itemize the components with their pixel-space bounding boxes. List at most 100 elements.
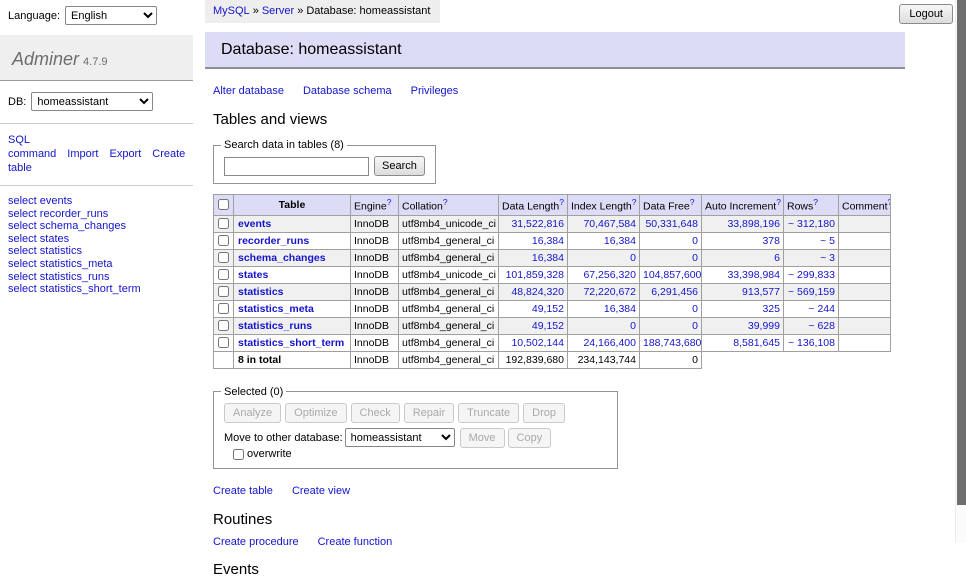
table-name-link[interactable]: statistics_runs [238,320,312,332]
help-link[interactable]: ? [888,197,891,207]
row-checkbox[interactable] [218,303,229,314]
breadcrumb-link-server[interactable]: Server [262,5,294,17]
truncate-button[interactable]: Truncate [458,403,519,423]
data-length-link[interactable]: 101,859,328 [506,269,564,281]
language-select[interactable]: English [65,6,157,25]
select-all-checkbox[interactable] [218,199,229,210]
check-button[interactable]: Check [351,403,400,423]
auto-increment-link[interactable]: 8,581,645 [733,337,780,349]
index-length-link[interactable]: 0 [630,320,636,332]
auto-increment-link[interactable]: 913,577 [742,286,780,298]
auto-increment-link[interactable]: 325 [762,303,780,315]
row-checkbox[interactable] [218,337,229,348]
overwrite-checkbox[interactable] [233,449,244,460]
sidebar-item-select-statistics-meta[interactable]: select statistics_meta [8,258,185,271]
help-link[interactable]: ? [387,197,392,207]
export-link[interactable]: Export [109,148,141,160]
data-free-link[interactable]: 6,291,456 [651,286,698,298]
sidebar-item-select-states[interactable]: select states [8,233,185,246]
sidebar-item-select-statistics[interactable]: select statistics [8,245,185,258]
move-db-select[interactable]: homeassistant [345,428,455,447]
search-input[interactable] [224,157,369,176]
db-link-database-schema[interactable]: Database schema [303,85,392,97]
index-length-link[interactable]: 16,384 [604,303,636,315]
auto-increment-link[interactable]: 6 [774,252,780,264]
help-link[interactable]: ? [443,197,448,207]
index-length-link[interactable]: 16,384 [604,235,636,247]
row-checkbox[interactable] [218,235,229,246]
data-free-link[interactable]: 0 [692,252,698,264]
rows-count-link[interactable]: ~ 244 [808,303,835,315]
sidebar-item-select-events[interactable]: select events [8,195,185,208]
analyze-button[interactable]: Analyze [224,403,281,423]
rows-count-link[interactable]: ~ 3 [820,252,835,264]
index-length-link[interactable]: 0 [630,252,636,264]
sidebar-item-select-statistics-runs[interactable]: select statistics_runs [8,271,185,284]
table-name-link[interactable]: events [238,218,271,230]
db-link-privileges[interactable]: Privileges [411,85,459,97]
sidebar-item-select-recorder-runs[interactable]: select recorder_runs [8,208,185,221]
drop-button[interactable]: Drop [523,403,565,423]
help-link[interactable]: ? [776,197,781,207]
db-select[interactable]: homeassistant [31,92,153,111]
data-length-link[interactable]: 49,152 [532,303,564,315]
copy-button[interactable]: Copy [508,428,552,448]
data-free-link[interactable]: 0 [692,303,698,315]
optimize-button[interactable]: Optimize [285,403,346,423]
sidebar-item-select-schema-changes[interactable]: select schema_changes [8,220,185,233]
index-length-link[interactable]: 24,166,400 [583,337,636,349]
scrollbar-thumb[interactable] [957,0,966,505]
help-link[interactable]: ? [690,197,695,207]
auto-increment-link[interactable]: 33,898,196 [727,218,780,230]
sql-command-link[interactable]: SQL command [8,134,56,160]
data-free-link[interactable]: 104,857,600 [643,269,701,281]
rows-count-link[interactable]: ~ 299,833 [788,269,835,281]
data-free-link[interactable]: 0 [692,235,698,247]
help-link[interactable]: ? [632,197,637,207]
repair-button[interactable]: Repair [404,403,454,423]
data-free-link[interactable]: 188,743,680 [643,337,701,349]
rows-count-link[interactable]: ~ 569,159 [788,286,835,298]
logout-button[interactable]: Logout [899,4,953,24]
auto-increment-link[interactable]: 39,999 [748,320,780,332]
link-create-function[interactable]: Create function [318,536,393,548]
data-length-link[interactable]: 16,384 [532,235,564,247]
row-checkbox[interactable] [218,252,229,263]
row-checkbox[interactable] [218,320,229,331]
row-checkbox[interactable] [218,269,229,280]
help-link[interactable]: ? [559,197,564,207]
index-length-link[interactable]: 70,467,584 [583,218,636,230]
data-length-link[interactable]: 48,824,320 [511,286,564,298]
import-link[interactable]: Import [67,148,98,160]
table-name-link[interactable]: statistics_meta [238,303,314,315]
table-name-link[interactable]: schema_changes [238,252,326,264]
move-button[interactable]: Move [460,428,505,448]
index-length-link[interactable]: 72,220,672 [583,286,636,298]
data-length-link[interactable]: 10,502,144 [511,337,564,349]
data-length-link[interactable]: 31,522,816 [511,218,564,230]
scrollbar[interactable] [955,0,966,543]
search-button[interactable]: Search [374,156,425,176]
table-name-link[interactable]: statistics_short_term [238,337,344,349]
data-length-link[interactable]: 49,152 [532,320,564,332]
row-checkbox[interactable] [218,218,229,229]
link-create-procedure[interactable]: Create procedure [213,536,299,548]
table-name-link[interactable]: states [238,269,268,281]
auto-increment-link[interactable]: 33,398,984 [727,269,780,281]
rows-count-link[interactable]: ~ 312,180 [788,218,835,230]
data-free-link[interactable]: 0 [692,320,698,332]
rows-count-link[interactable]: ~ 136,108 [788,337,835,349]
auto-increment-link[interactable]: 378 [762,235,780,247]
table-name-link[interactable]: statistics [238,286,284,298]
row-checkbox[interactable] [218,286,229,297]
link-create-view[interactable]: Create view [292,485,350,497]
help-link[interactable]: ? [813,197,818,207]
breadcrumb-link-mysql[interactable]: MySQL [213,5,250,17]
sidebar-item-select-statistics-short-term[interactable]: select statistics_short_term [8,283,185,296]
rows-count-link[interactable]: ~ 5 [820,235,835,247]
index-length-link[interactable]: 67,256,320 [583,269,636,281]
data-length-link[interactable]: 16,384 [532,252,564,264]
link-create-table[interactable]: Create table [213,485,273,497]
data-free-link[interactable]: 50,331,648 [645,218,698,230]
rows-count-link[interactable]: ~ 628 [808,320,835,332]
